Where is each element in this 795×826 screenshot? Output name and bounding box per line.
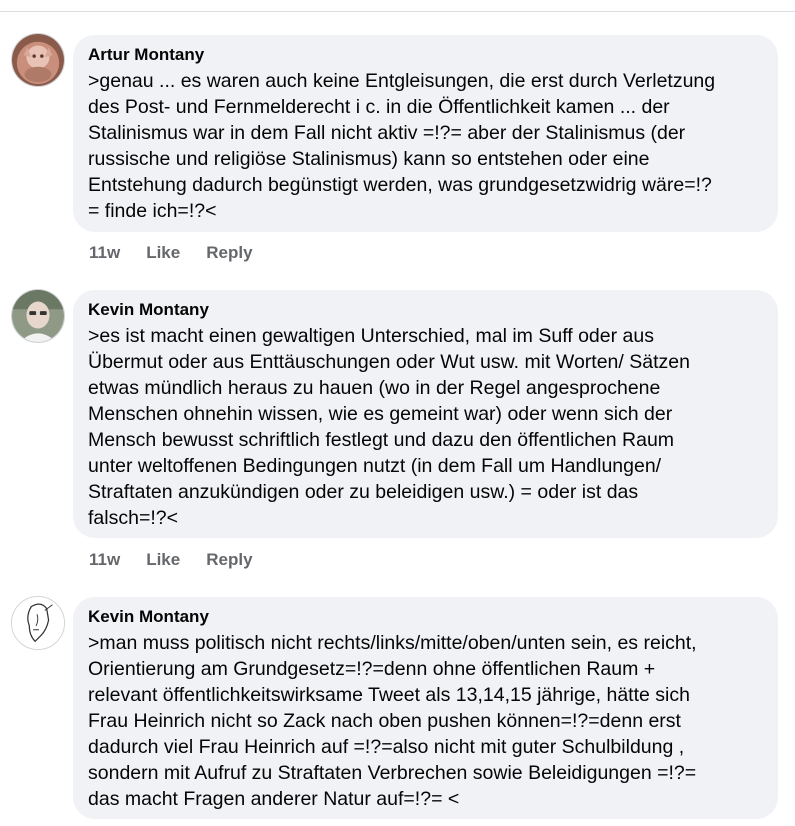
face-sketch-icon (12, 597, 64, 649)
avatar-kevin-montany[interactable] (11, 289, 65, 343)
like-button[interactable]: Like (146, 243, 180, 263)
man-photo-icon (12, 290, 64, 342)
comment-author[interactable]: Artur Montany (88, 45, 764, 65)
comment-author[interactable]: Kevin Montany (88, 607, 764, 627)
comment-text: >man muss politisch nicht rechts/links/m… (88, 632, 697, 810)
reply-button[interactable]: Reply (206, 243, 252, 263)
comment-bubble: Artur Montany >genau ... es waren auch k… (73, 35, 778, 232)
comment-actions: 11w Like Reply (89, 243, 279, 263)
comment-text: >es ist macht einen gewaltigen Unterschi… (88, 325, 690, 529)
comment-bubble: Kevin Montany >es ist macht einen gewalt… (73, 290, 778, 538)
comment-actions: 11w Like Reply (89, 550, 279, 570)
comment-bubble: Kevin Montany >man muss politisch nicht … (73, 597, 778, 819)
avatar-kevin-montany[interactable] (11, 596, 65, 650)
comment-timestamp[interactable]: 11w (89, 550, 120, 570)
like-button[interactable]: Like (146, 550, 180, 570)
cat-photo-icon (12, 34, 64, 86)
top-divider (0, 11, 795, 12)
comment-text: >genau ... es waren auch keine Entgleisu… (88, 70, 716, 222)
reply-button[interactable]: Reply (206, 550, 252, 570)
comment-timestamp[interactable]: 11w (89, 243, 120, 263)
comment-author[interactable]: Kevin Montany (88, 300, 764, 320)
avatar-artur-montany[interactable] (11, 33, 65, 87)
